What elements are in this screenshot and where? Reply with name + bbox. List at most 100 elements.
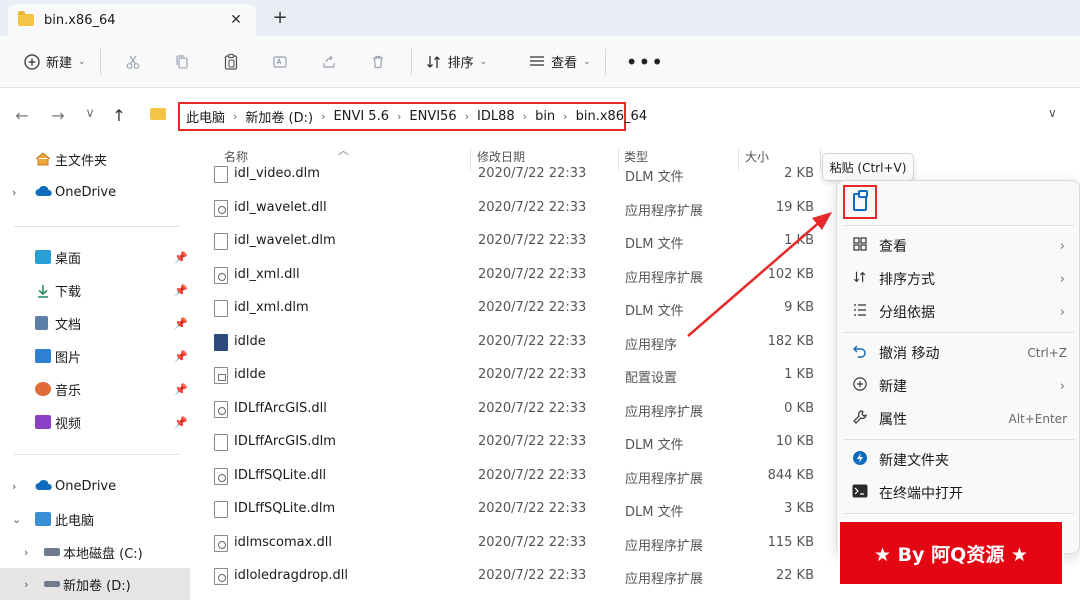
sidebar-item-this-pc[interactable]: ⌄ 此电脑 [0, 504, 190, 534]
sidebar-item-documents[interactable]: 文档 📌 [0, 308, 190, 338]
menu-divider [843, 439, 1075, 440]
sidebar-item-downloads[interactable]: 下载 📌 [0, 275, 190, 305]
file-row[interactable]: IDLffArcGIS.dlm 2020/7/22 22:33 DLM 文件 10 K… [190, 426, 830, 459]
chevron-right-icon: › [1059, 378, 1065, 394]
pin-icon[interactable]: 📌 [174, 251, 188, 264]
recent-locations-icon[interactable]: ∨ [79, 106, 101, 121]
file-row[interactable]: IDLffSQLite.dll 2020/7/22 22:33 应用程序扩展 844 … [190, 460, 830, 493]
sidebar-item-videos[interactable]: 视频 📌 [0, 407, 190, 437]
file-row[interactable]: IDLffArcGIS.dll 2020/7/22 22:33 应用程序扩展 0 KB [190, 393, 830, 426]
breadcrumb-drive-d[interactable]: 新加卷 (D:) [245, 107, 313, 126]
file-row[interactable]: idl_wavelet.dll 2020/7/22 22:33 应用程序扩展 19 K… [190, 192, 830, 225]
new-button[interactable]: 新建 ⌄ [18, 45, 92, 79]
file-size: 0 KB [784, 400, 814, 416]
undo-icon [851, 344, 869, 362]
paste-button[interactable] [207, 45, 256, 79]
file-size: 2 KB [784, 166, 814, 181]
breadcrumb-envi56[interactable]: ENVI56 [409, 109, 456, 124]
command-bar: 新建 ⌄ 排序 ⌄ 查看 ⌄ ••• [0, 36, 1080, 88]
file-row[interactable]: idl_xml.dlm 2020/7/22 22:33 DLM 文件 9 KB [190, 292, 830, 325]
chevron-right-icon[interactable]: › [24, 546, 28, 559]
chevron-down-icon[interactable]: ⌄ [12, 513, 21, 526]
file-row[interactable]: idl_wavelet.dlm 2020/7/22 22:33 DLM 文件 1 KB [190, 225, 830, 258]
chevron-right-icon: › [1059, 304, 1065, 320]
menu-item-new-folder[interactable]: 新建文件夹 [837, 444, 1080, 476]
pin-icon[interactable]: 📌 [174, 284, 188, 297]
sidebar-item-music[interactable]: 音乐 📌 [0, 374, 190, 404]
sidebar-item-pictures[interactable]: 图片 📌 [0, 341, 190, 371]
chevron-down-icon[interactable]: ∨ [1048, 106, 1057, 120]
file-row[interactable]: idlde 2020/7/22 22:33 配置设置 1 KB [190, 359, 830, 392]
file-name: IDLffArcGIS.dlm [234, 434, 336, 449]
sort-button[interactable]: 排序 ⌄ [420, 45, 494, 79]
file-name: IDLffSQLite.dll [234, 467, 327, 483]
breadcrumb-bin[interactable]: bin [535, 109, 555, 124]
file-row[interactable]: idl_xml.dll 2020/7/22 22:33 应用程序扩展 102 KB [190, 259, 830, 292]
share-button[interactable] [305, 45, 354, 79]
chevron-right-icon: › [1059, 271, 1065, 287]
sidebar-item-home[interactable]: 主文件夹 [0, 144, 190, 174]
file-row[interactable]: idlde 2020/7/22 22:33 应用程序 182 KB [190, 326, 830, 359]
copy-button[interactable] [158, 45, 207, 79]
menu-item-open-terminal[interactable]: 在终端中打开 [837, 477, 1080, 509]
paste-menu-button[interactable] [843, 185, 877, 219]
cut-button[interactable] [109, 45, 158, 79]
file-row[interactable]: idl_video.dlm 2020/7/22 22:33 DLM 文件 2 KB [190, 158, 830, 191]
file-size: 10 KB [775, 434, 814, 449]
chevron-right-icon[interactable]: › [12, 186, 16, 199]
pin-icon[interactable]: 📌 [174, 416, 188, 429]
file-icon [214, 300, 228, 317]
breadcrumb-bin-x86-64[interactable]: bin.x86_64 [576, 109, 648, 124]
tab-strip: bin.x86_64 ✕ + [0, 0, 1080, 36]
sidebar-item-local-disk-c[interactable]: › 本地磁盘 (C:) [0, 537, 190, 567]
breadcrumb-envi-56[interactable]: ENVI 5.6 [334, 109, 389, 124]
tab-title: bin.x86_64 [44, 12, 116, 28]
copy-icon [176, 54, 188, 69]
file-size: 115 KB [767, 534, 814, 550]
sidebar-item-label: 此电脑 [55, 513, 95, 529]
file-name: idl_xml.dlm [234, 300, 309, 315]
menu-item-sort[interactable]: 排序方式 › [837, 263, 1080, 295]
sidebar-item-desktop[interactable]: 桌面 📌 [0, 242, 190, 272]
music-icon [35, 382, 51, 396]
sidebar-item-drive-d[interactable]: › 新加卷 (D:) [0, 568, 190, 600]
delete-button[interactable] [354, 45, 403, 79]
file-row[interactable]: idlmscomax.dll 2020/7/22 22:33 应用程序扩展 115 K… [190, 527, 830, 560]
file-date: 2020/7/22 22:33 [478, 233, 587, 248]
more-options-button[interactable]: ••• [614, 50, 676, 74]
chevron-right-icon[interactable]: › [24, 578, 28, 591]
new-folder-icon [851, 450, 869, 470]
sidebar-item-onedrive[interactable]: › OneDrive [0, 177, 190, 207]
file-date: 2020/7/22 22:33 [478, 568, 587, 583]
close-icon[interactable]: ✕ [226, 12, 246, 28]
menu-item-undo-move[interactable]: 撤消 移动 Ctrl+Z [837, 337, 1080, 369]
pin-icon[interactable]: 📌 [174, 317, 188, 330]
breadcrumb-this-pc[interactable]: 此电脑 [186, 107, 225, 126]
menu-item-view[interactable]: 查看 › [837, 230, 1080, 262]
pin-icon[interactable]: 📌 [174, 383, 188, 396]
file-size: 102 KB [767, 266, 814, 282]
new-tab-button[interactable]: + [270, 7, 290, 31]
file-row[interactable]: IDLffSQLite.dlm 2020/7/22 22:33 DLM 文件 3 KB [190, 493, 830, 526]
breadcrumb-idl88[interactable]: IDL88 [477, 109, 515, 124]
chevron-right-icon[interactable]: › [12, 480, 16, 493]
view-button[interactable]: 查看 ⌄ [523, 45, 597, 79]
menu-item-group[interactable]: 分组依据 › [837, 296, 1080, 328]
watermark-logo: ★ By 阿Q资源 ★ [838, 520, 1064, 586]
file-row[interactable]: idloledragdrop.dll 2020/7/22 22:33 应用程序扩展 2… [190, 560, 830, 593]
menu-item-properties[interactable]: 属性 Alt+Enter [837, 403, 1080, 435]
up-arrow-icon[interactable]: ↑ [108, 106, 130, 125]
menu-item-new[interactable]: 新建 › [837, 370, 1080, 402]
file-date: 2020/7/22 22:33 [478, 266, 587, 282]
dll-file-icon [214, 534, 228, 552]
pin-icon[interactable]: 📌 [174, 350, 188, 363]
tab-bin-x86-64[interactable]: bin.x86_64 ✕ [8, 4, 256, 36]
file-type: DLM 文件 [625, 170, 684, 185]
forward-arrow-icon[interactable]: → [47, 106, 69, 125]
picture-icon [35, 349, 51, 363]
rename-button[interactable] [256, 45, 305, 79]
back-arrow-icon[interactable]: ← [11, 106, 33, 125]
share-icon [323, 55, 335, 68]
sidebar-item-onedrive[interactable]: › OneDrive [0, 471, 190, 501]
